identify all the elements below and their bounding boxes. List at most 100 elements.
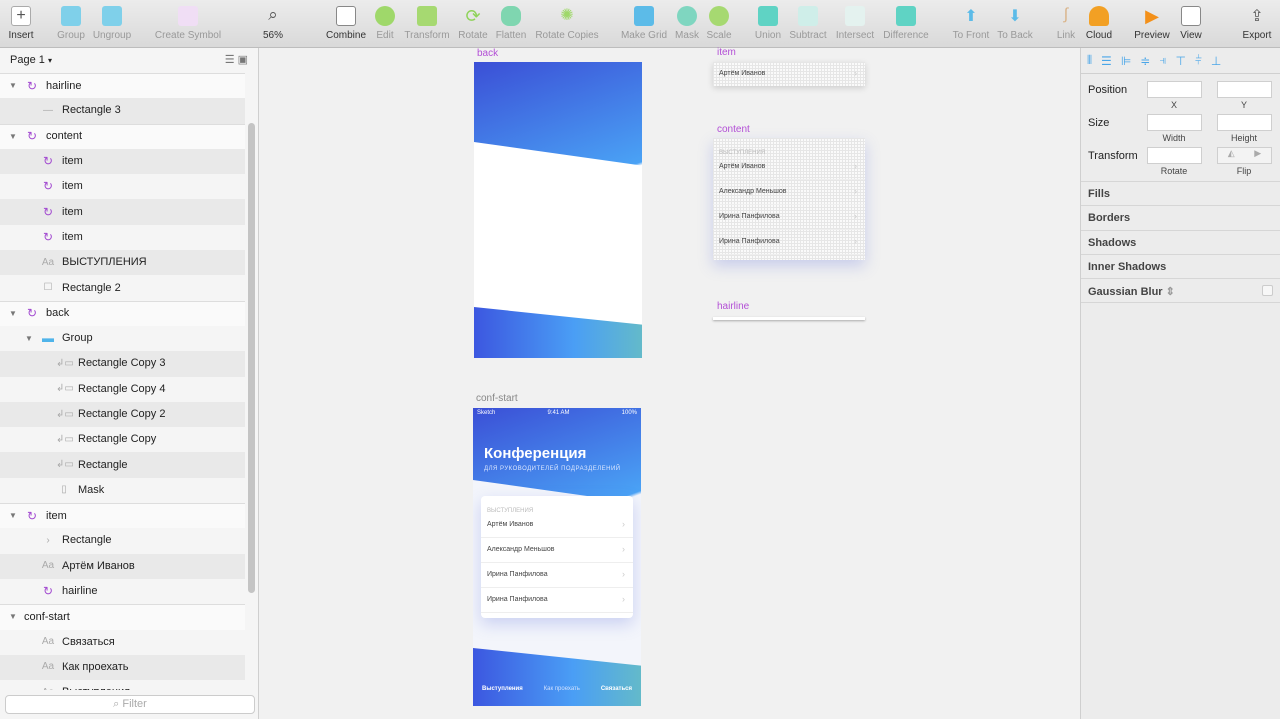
align-top-icon[interactable]: ⊤ bbox=[1176, 54, 1186, 68]
layer-row[interactable]: ↻ item bbox=[0, 148, 245, 175]
layer-row[interactable]: Aa Связаться bbox=[0, 630, 245, 655]
artboard-label-conf-start[interactable]: conf-start bbox=[476, 393, 518, 404]
disclosure-triangle-icon[interactable]: ▼ bbox=[24, 334, 34, 343]
layer-row[interactable]: ▼ ▬ Group bbox=[0, 326, 245, 351]
height-input[interactable] bbox=[1217, 114, 1272, 131]
layer-row[interactable]: ☐ Rectangle 2 bbox=[0, 275, 245, 300]
tab-contact[interactable]: Связаться bbox=[601, 686, 632, 692]
list-item[interactable]: Ирина Панфилова › bbox=[481, 588, 633, 613]
layer-row[interactable]: Aa Выступления bbox=[0, 680, 245, 690]
align-bottom-icon[interactable]: ⊥ bbox=[1211, 54, 1221, 68]
gaussian-blur-section[interactable]: Gaussian Blur ⇕ bbox=[1081, 278, 1280, 303]
width-input[interactable] bbox=[1147, 114, 1202, 131]
stepper-icon[interactable]: ⇕ bbox=[1166, 286, 1175, 298]
search-icon: ⌕ bbox=[113, 698, 120, 710]
width-label: Width bbox=[1162, 133, 1186, 143]
speakers-card: ВЫСТУПЛЕНИЯ Артём Иванов › Александр Меньш… bbox=[481, 496, 633, 618]
scrollbar[interactable] bbox=[248, 123, 255, 593]
artboard-label-item[interactable]: item bbox=[717, 47, 736, 58]
align-left-icon[interactable]: ⊫ bbox=[1121, 54, 1131, 68]
tab-directions[interactable]: Как проехать bbox=[544, 686, 580, 692]
conf-subtitle: ДЛЯ РУКОВОДИТЕЛЕЙ ПОДРАЗДЕЛЕНИЙ bbox=[484, 466, 621, 472]
layer-row[interactable]: ▼ ↻ back bbox=[0, 300, 245, 326]
layer-row[interactable]: ↲▭ Rectangle Copy bbox=[0, 427, 245, 452]
list-item[interactable]: Ирина Панфилова › bbox=[481, 563, 633, 588]
fills-section[interactable]: Fills bbox=[1081, 181, 1280, 206]
layer-row[interactable]: ↲▭ Rectangle Copy 3 bbox=[0, 351, 245, 377]
layer-row[interactable]: ↻ item bbox=[0, 199, 245, 225]
shadows-section[interactable]: Shadows bbox=[1081, 230, 1280, 255]
artboard-back[interactable] bbox=[474, 62, 642, 358]
artboard-label-content[interactable]: content bbox=[717, 124, 750, 135]
symbol-icon bbox=[178, 6, 198, 26]
x-input[interactable] bbox=[1147, 81, 1202, 98]
x-label: X bbox=[1170, 100, 1177, 110]
zoom-control[interactable]: ⌕ 56% bbox=[233, 6, 313, 42]
y-input[interactable] bbox=[1217, 81, 1272, 98]
artboard-conf-start[interactable]: Sketch 9:41 AM 100% Конференция ДЛЯ РУКОВО… bbox=[473, 408, 641, 706]
chevron-down-icon: ▾ bbox=[47, 56, 52, 65]
layer-row[interactable]: ▼ ↻ content bbox=[0, 123, 245, 149]
layer-row[interactable]: ▯ Mask bbox=[0, 478, 245, 503]
layer-row[interactable]: Aa Артём Иванов bbox=[0, 553, 245, 579]
distribute-vertical-icon[interactable]: ☰ bbox=[1101, 54, 1112, 68]
rotate-copies-button[interactable]: ✺ Rotate Copies bbox=[527, 6, 607, 41]
flip-control[interactable]: ◭ ▶ bbox=[1217, 147, 1272, 164]
flip-vertical-icon[interactable]: ▶ bbox=[1245, 148, 1272, 163]
artboard-item[interactable]: Артём Иванов › bbox=[713, 62, 865, 86]
layer-row[interactable]: ↻ item bbox=[0, 174, 245, 199]
layer-row[interactable]: ↻ item bbox=[0, 225, 245, 250]
borders-section[interactable]: Borders bbox=[1081, 205, 1280, 230]
align-right-icon[interactable]: ⫣ bbox=[1159, 53, 1166, 68]
layer-row[interactable]: ↻ hairline bbox=[0, 579, 245, 604]
layer-row[interactable]: ↲▭ Rectangle Copy 2 bbox=[0, 401, 245, 428]
canvas[interactable]: back item Артём Иванов › content ВЫСТУПЛЕ… bbox=[260, 47, 1080, 719]
list-item[interactable]: Артём Иванов › bbox=[481, 513, 633, 538]
layer-row[interactable]: ▼ ↻ item bbox=[0, 503, 245, 529]
list-icon[interactable]: ☰ ▣ bbox=[225, 53, 248, 66]
distribute-horizontal-icon[interactable]: ⫴ bbox=[1087, 53, 1092, 68]
filter-input[interactable]: ⌕ Filter bbox=[5, 695, 255, 714]
layer-name: Rectangle Copy 2 bbox=[78, 408, 166, 420]
layer-row[interactable]: ▼ conf-start bbox=[0, 604, 245, 630]
artboard-content[interactable]: ВЫСТУПЛЕНИЯ Артём Иванов › Александр Меньш… bbox=[713, 138, 865, 260]
export-button[interactable]: ⇪ Export bbox=[1217, 6, 1280, 41]
flatten-icon bbox=[501, 6, 521, 26]
rotate-input[interactable] bbox=[1147, 147, 1202, 164]
list-item[interactable]: Ирина Панфилова › bbox=[713, 205, 865, 230]
symbol-icon: ↻ bbox=[26, 306, 38, 321]
section-title: ВЫСТУПЛЕНИЯ bbox=[719, 150, 766, 156]
list-item[interactable]: Ирина Панфилова › bbox=[713, 230, 865, 255]
text-icon: Aa bbox=[41, 661, 55, 673]
disclosure-triangle-icon[interactable]: ▼ bbox=[8, 309, 18, 318]
artboard-label-back[interactable]: back bbox=[477, 48, 498, 59]
disclosure-triangle-icon[interactable]: ▼ bbox=[8, 511, 18, 520]
inner-shadows-section[interactable]: Inner Shadows bbox=[1081, 254, 1280, 279]
layer-row[interactable]: ↲▭ Rectangle Copy 4 bbox=[0, 377, 245, 402]
layer-row[interactable]: ▼ ↻ hairline bbox=[0, 73, 245, 99]
disclosure-triangle-icon[interactable]: ▼ bbox=[8, 612, 18, 621]
layer-row[interactable]: — Rectangle 3 bbox=[0, 98, 245, 124]
disclosure-triangle-icon[interactable]: ▼ bbox=[8, 132, 18, 141]
create-symbol-button[interactable]: Create Symbol bbox=[148, 6, 228, 41]
align-center-icon[interactable]: ≑ bbox=[1140, 54, 1150, 68]
tab-talks[interactable]: Выступления bbox=[482, 686, 523, 692]
list-item[interactable]: Александр Меньшов › bbox=[481, 538, 633, 563]
flip-horizontal-icon[interactable]: ◭ bbox=[1218, 148, 1245, 163]
ungroup-button[interactable]: Ungroup bbox=[72, 6, 152, 41]
layer-row[interactable]: Aa Как проехать bbox=[0, 654, 245, 681]
blur-checkbox[interactable] bbox=[1262, 285, 1273, 296]
list-item[interactable]: Александр Меньшов › bbox=[713, 180, 865, 205]
layer-row[interactable]: ↲▭ Rectangle bbox=[0, 452, 245, 478]
list-item[interactable]: Артём Иванов › bbox=[713, 155, 865, 180]
artboard-label-hairline[interactable]: hairline bbox=[717, 301, 749, 312]
layer-row[interactable]: › Rectangle bbox=[0, 528, 245, 553]
artboard-hairline[interactable] bbox=[713, 317, 865, 320]
layer-name: Выступления bbox=[62, 686, 130, 690]
rectangle-icon: ☐ bbox=[43, 282, 53, 294]
page-selector[interactable]: Page 1 ▾ ☰ ▣ bbox=[0, 48, 258, 72]
flip-label: Flip bbox=[1236, 166, 1252, 176]
disclosure-triangle-icon[interactable]: ▼ bbox=[8, 81, 18, 90]
layer-row[interactable]: Aa ВЫСТУПЛЕНИЯ bbox=[0, 250, 245, 276]
align-middle-icon[interactable]: ⫩ bbox=[1195, 53, 1202, 68]
